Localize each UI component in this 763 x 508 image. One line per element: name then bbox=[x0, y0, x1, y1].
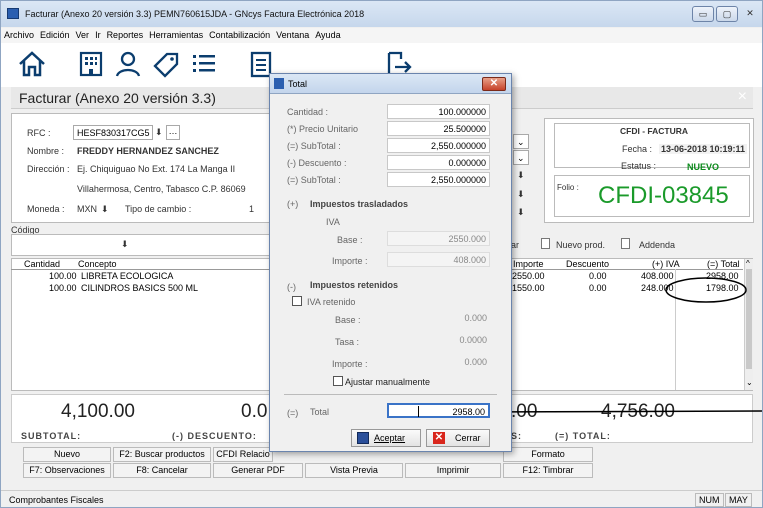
ret-tasa-input[interactable]: 0.0000 bbox=[387, 333, 490, 348]
total-sign: (=) bbox=[287, 408, 299, 418]
text-caret bbox=[418, 406, 419, 417]
iva-retenido-checkbox[interactable] bbox=[292, 296, 302, 306]
dialog-close-button[interactable]: ✕ bbox=[482, 77, 506, 91]
ret-importe-label: Importe : bbox=[332, 359, 368, 369]
cerrar-button[interactable]: ✕ Cerrar bbox=[426, 429, 490, 447]
cantidad-input[interactable]: 100.000000 bbox=[387, 104, 490, 119]
annotation-ellipse bbox=[665, 277, 747, 303]
ret-base-input[interactable]: 0.000 bbox=[387, 311, 490, 326]
trasladados-label: Impuestos trasladados bbox=[310, 199, 409, 209]
iva-retenido-label: IVA retenido bbox=[307, 297, 356, 307]
descuento-input[interactable]: 0.000000 bbox=[387, 155, 490, 170]
dialog-divider bbox=[284, 394, 497, 395]
retenidos-label: Impuestos retenidos bbox=[310, 280, 399, 290]
annotation-line bbox=[487, 410, 762, 413]
total-dialog: Total ✕ Cantidad : 100.000000 (*) Precio… bbox=[269, 73, 512, 452]
ajustar-label: Ajustar manualmente bbox=[345, 377, 431, 387]
main-window: Facturar (Anexo 20 versión 3.3) PEMN7606… bbox=[0, 0, 763, 508]
aceptar-button[interactable]: Aceptar bbox=[351, 429, 421, 447]
trasladados-sign: (+) bbox=[287, 199, 299, 209]
descuento-label: (-) Descuento : bbox=[287, 158, 347, 168]
iva-label: IVA bbox=[326, 217, 340, 227]
base-label: Base : bbox=[337, 235, 363, 245]
cerrar-label: Cerrar bbox=[455, 433, 481, 443]
dialog-title: Total bbox=[288, 79, 308, 89]
importe-label: Importe : bbox=[332, 256, 368, 266]
close-icon: ✕ bbox=[433, 432, 445, 444]
subtotal2-label: (=) SubTotal : bbox=[287, 175, 341, 185]
aceptar-label: Aceptar bbox=[374, 433, 406, 443]
retenidos-sign: (-) bbox=[287, 282, 296, 292]
ret-importe-input[interactable]: 0.000 bbox=[387, 355, 490, 370]
subtotal-input[interactable]: 2,550.000000 bbox=[387, 138, 490, 153]
cantidad-label: Cantidad : bbox=[287, 107, 329, 117]
precio-label: (*) Precio Unitario bbox=[287, 124, 359, 134]
subtotal-label: (=) SubTotal : bbox=[287, 141, 341, 151]
ajustar-checkbox[interactable] bbox=[333, 376, 343, 386]
precio-input[interactable]: 25.500000 bbox=[387, 121, 490, 136]
save-icon bbox=[357, 432, 369, 444]
dialog-app-icon bbox=[274, 78, 284, 89]
total-input[interactable]: 2958.00 bbox=[387, 403, 490, 418]
ret-base-label: Base : bbox=[335, 315, 361, 325]
dialog-title-bar: Total ✕ bbox=[270, 74, 511, 94]
base-input[interactable]: 2550.000 bbox=[387, 231, 490, 246]
ret-tasa-label: Tasa : bbox=[335, 337, 360, 347]
total-label: Total bbox=[310, 407, 330, 417]
importe-input[interactable]: 408.000 bbox=[387, 252, 490, 267]
subtotal2-input[interactable]: 2,550.000000 bbox=[387, 172, 490, 187]
